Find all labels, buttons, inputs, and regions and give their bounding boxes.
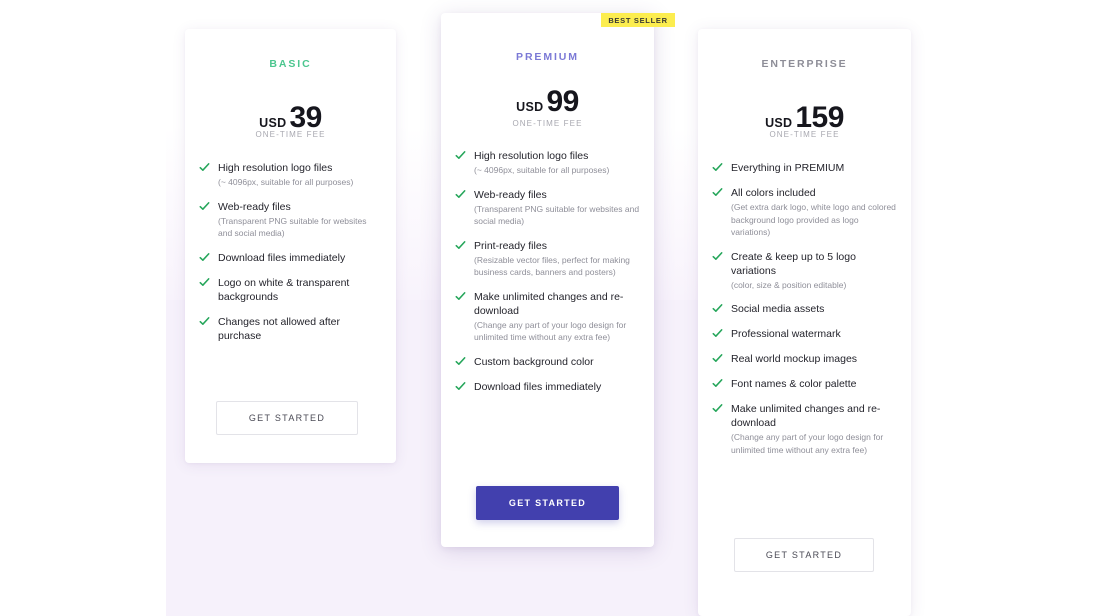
plan-name-enterprise: ENTERPRISE bbox=[761, 58, 848, 70]
check-icon bbox=[199, 252, 210, 263]
feature-title: Web-ready files bbox=[218, 200, 291, 213]
fee-note-enterprise: ONE-TIME FEE bbox=[769, 130, 840, 139]
price-currency: USD bbox=[765, 116, 793, 130]
feature-item: Professional watermark bbox=[698, 327, 911, 341]
check-icon bbox=[712, 303, 723, 314]
plan-name-premium: PREMIUM bbox=[516, 51, 579, 63]
get-started-button-premium[interactable]: GET STARTED bbox=[476, 486, 619, 520]
fee-note-premium: ONE-TIME FEE bbox=[512, 119, 583, 128]
feature-title: Web-ready files bbox=[474, 188, 547, 201]
feature-title: Logo on white & transparent backgrounds bbox=[218, 276, 350, 303]
feature-item: All colors included (Get extra dark logo,… bbox=[698, 186, 911, 239]
check-icon bbox=[712, 162, 723, 173]
feature-item: Social media assets bbox=[698, 302, 911, 316]
best-seller-badge: BEST SELLER bbox=[601, 13, 675, 27]
feature-title: Make unlimited changes and re-download bbox=[731, 403, 881, 429]
feature-item: High resolution logo files (~ 4096px, sui… bbox=[441, 149, 654, 177]
feature-item: Make unlimited changes and re-download (C… bbox=[441, 290, 654, 344]
feature-description: (~ 4096px, suitable for all purposes) bbox=[218, 177, 354, 187]
feature-item: Web-ready files (Transparent PNG suitable… bbox=[185, 200, 396, 240]
feature-title: All colors included bbox=[731, 187, 816, 199]
check-icon bbox=[455, 189, 466, 200]
feature-title: High resolution logo files bbox=[218, 162, 333, 174]
feature-item: Logo on white & transparent backgrounds bbox=[185, 276, 396, 304]
check-icon bbox=[199, 277, 210, 288]
feature-title: Custom background color bbox=[474, 355, 594, 368]
check-icon bbox=[712, 328, 723, 339]
feature-title: Everything in PREMIUM bbox=[731, 162, 845, 174]
background-right-panel bbox=[908, 0, 1096, 616]
feature-title: Social media assets bbox=[731, 303, 825, 315]
price-currency: USD bbox=[516, 100, 544, 114]
check-icon bbox=[455, 356, 466, 367]
check-icon bbox=[199, 201, 210, 212]
pricing-card-basic: BASIC USD 39 ONE-TIME FEE High resolution… bbox=[185, 29, 396, 463]
check-icon bbox=[455, 240, 466, 251]
pricing-page: BASIC USD 39 ONE-TIME FEE High resolution… bbox=[0, 0, 1096, 616]
feature-title: High resolution logo files bbox=[474, 150, 589, 162]
feature-title: Changes not allowed after purchase bbox=[218, 315, 340, 342]
feature-description: (Change any part of your logo design for… bbox=[731, 432, 884, 455]
feature-description: (Resizable vector files, perfect for mak… bbox=[474, 254, 630, 278]
feature-title: Professional watermark bbox=[731, 328, 841, 340]
get-started-button-basic[interactable]: GET STARTED bbox=[216, 401, 358, 435]
fee-note-basic: ONE-TIME FEE bbox=[255, 130, 326, 139]
get-started-button-enterprise[interactable]: GET STARTED bbox=[734, 538, 874, 572]
check-icon bbox=[712, 251, 723, 262]
feature-description: (Change any part of your logo design for… bbox=[474, 319, 627, 343]
feature-item: Real world mockup images bbox=[698, 352, 911, 366]
feature-title: Font names & color palette bbox=[731, 378, 857, 390]
check-icon bbox=[455, 150, 466, 161]
feature-item: Web-ready files (Transparent PNG suitable… bbox=[441, 188, 654, 228]
check-icon bbox=[712, 378, 723, 389]
feature-item: Download files immediately bbox=[185, 251, 396, 265]
feature-title: Real world mockup images bbox=[731, 353, 858, 365]
feature-description: (~ 4096px, suitable for all purposes) bbox=[474, 165, 610, 175]
check-icon bbox=[455, 381, 466, 392]
feature-description: (Transparent PNG suitable for websites a… bbox=[474, 203, 640, 227]
feature-list-premium: High resolution logo files (~ 4096px, sui… bbox=[441, 149, 654, 405]
feature-title: Download files immediately bbox=[218, 251, 346, 264]
check-icon bbox=[712, 403, 723, 414]
feature-item: Download files immediately bbox=[441, 380, 654, 394]
feature-item: Print-ready files (Resizable vector files… bbox=[441, 239, 654, 279]
feature-title: Make unlimited changes and re-download bbox=[474, 290, 624, 317]
price-currency: USD bbox=[259, 116, 287, 130]
check-icon bbox=[712, 353, 723, 364]
check-icon bbox=[199, 316, 210, 327]
feature-item: Create & keep up to 5 logo variations (co… bbox=[698, 250, 911, 292]
feature-list-basic: High resolution logo files (~ 4096px, sui… bbox=[185, 161, 396, 354]
feature-description: (Get extra dark logo, white logo and col… bbox=[731, 202, 896, 237]
check-icon bbox=[199, 162, 210, 173]
feature-description: (color, size & position editable) bbox=[731, 279, 847, 290]
plan-name-basic: BASIC bbox=[269, 58, 312, 70]
pricing-card-premium: PREMIUM USD 99 ONE-TIME FEE High resoluti… bbox=[441, 13, 654, 547]
check-icon bbox=[455, 291, 466, 302]
price-amount: 99 bbox=[546, 85, 579, 118]
feature-item: Font names & color palette bbox=[698, 377, 911, 391]
feature-title: Print-ready files bbox=[474, 239, 547, 252]
feature-item: Custom background color bbox=[441, 355, 654, 369]
feature-list-enterprise: Everything in PREMIUM All colors included… bbox=[698, 161, 911, 467]
feature-item: Everything in PREMIUM bbox=[698, 161, 911, 175]
feature-item: Make unlimited changes and re-download (C… bbox=[698, 402, 911, 456]
feature-title: Create & keep up to 5 logo variations bbox=[731, 250, 856, 277]
plan-price-premium: USD 99 bbox=[441, 85, 654, 119]
feature-item: High resolution logo files (~ 4096px, sui… bbox=[185, 161, 396, 189]
feature-item: Changes not allowed after purchase bbox=[185, 315, 396, 343]
feature-description: (Transparent PNG suitable for websites a… bbox=[218, 215, 367, 239]
check-icon bbox=[712, 187, 723, 198]
feature-title: Download files immediately bbox=[474, 380, 602, 393]
pricing-card-enterprise: ENTERPRISE USD 159 ONE-TIME FEE Everythin… bbox=[698, 29, 911, 616]
